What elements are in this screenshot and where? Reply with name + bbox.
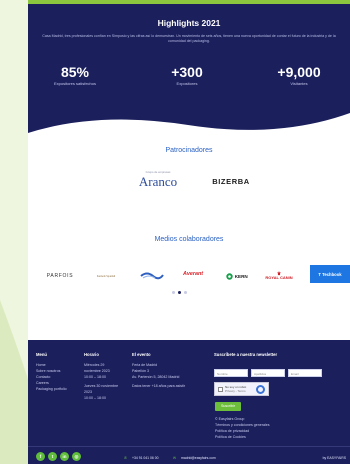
footer-phone[interactable]: +34 91 041 06 00 bbox=[132, 456, 159, 460]
subscribe-button[interactable]: Suscribir bbox=[215, 402, 241, 411]
page-content: Highlights 2021 Casa Madrid, tres profes… bbox=[28, 0, 350, 464]
stat-visitors: +9,000 Visitantes bbox=[254, 64, 344, 86]
twitter-icon[interactable]: t bbox=[48, 452, 57, 461]
footer-hours-heading: Horario bbox=[84, 352, 99, 357]
site-footer: Menú Home Sobre nosotros Contacto Career… bbox=[28, 340, 350, 464]
highlights-banner: Highlights 2021 Casa Madrid, tres profes… bbox=[28, 4, 350, 104]
phone-icon: ✆ bbox=[124, 456, 127, 460]
media-logo-kern[interactable]: KERN bbox=[222, 270, 252, 282]
sponsor-name: BIZERBA bbox=[212, 177, 250, 186]
facebook-icon[interactable]: f bbox=[36, 452, 45, 461]
footer-event-heading: El evento bbox=[132, 352, 151, 357]
sponsors-title: Patrocinadores bbox=[165, 147, 213, 154]
stat-label: Visitantes bbox=[290, 81, 308, 86]
event-line: Datos tener +18 años para asistir bbox=[132, 384, 186, 388]
newsletter-email-input[interactable]: Email bbox=[288, 369, 322, 377]
kern-wordmark: KERN bbox=[234, 273, 248, 279]
hero-wave-divider bbox=[28, 103, 350, 133]
newsletter-heading: Suscríbete a nuestra newsletter bbox=[214, 352, 278, 357]
media-logo-kernels[interactable]: Kernels Spanish bbox=[88, 269, 124, 283]
media-logo-averant[interactable]: Averant bbox=[176, 266, 210, 282]
stat-satisfied-exhibitors: 85% Expositores satisfechos bbox=[30, 64, 120, 86]
footer-event-column: El evento Feria de Madrid Pabellón 3 Av.… bbox=[132, 352, 202, 389]
newsletter-surname-input[interactable]: Apellidos bbox=[251, 369, 285, 377]
stat-value: 85% bbox=[60, 64, 90, 80]
newsletter-name-input[interactable]: Nombre bbox=[214, 369, 248, 377]
media-carousel-pager bbox=[172, 291, 187, 294]
footer-credit[interactable]: by EASYFAIRS bbox=[323, 456, 346, 460]
sponsor-logo-aranco[interactable]: Grupo de empresas Aranco bbox=[128, 170, 188, 192]
footer-menu-column: Menú Home Sobre nosotros Contacto Career… bbox=[36, 352, 76, 392]
footer-email[interactable]: madrid@easyfairs.com bbox=[181, 456, 216, 460]
royal-canin-wordmark: ROYAL CANIN bbox=[265, 275, 293, 280]
media-logo-techbook[interactable]: T Techbook bbox=[310, 265, 350, 283]
stat-value: +300 bbox=[171, 64, 203, 80]
stat-label: Expositores satisfechos bbox=[53, 81, 97, 86]
footer-hours-column: Horario Miércoles 29 noviembre 2023 10:0… bbox=[84, 352, 126, 401]
sponsor-name: Aranco bbox=[138, 174, 178, 189]
footer-newsletter-column: Suscríbete a nuestra newsletter bbox=[214, 352, 346, 362]
highlights-title: Highlights 2021 bbox=[157, 18, 221, 28]
kern-leaf-icon bbox=[226, 272, 233, 280]
stat-label: Expositores bbox=[176, 81, 198, 86]
pager-dot[interactable] bbox=[172, 291, 175, 294]
mail-icon: ✉ bbox=[173, 456, 176, 460]
hours-line: 10:00 – 18:00 bbox=[84, 396, 106, 400]
pager-dot[interactable] bbox=[184, 291, 187, 294]
recaptcha-icon bbox=[256, 385, 265, 394]
footer-menu-heading: Menú bbox=[36, 352, 47, 357]
media-logo-royal-canin[interactable]: ♛ ROYAL CANIN bbox=[260, 268, 298, 284]
stat-exhibitors: +300 Expositores bbox=[142, 64, 232, 86]
pager-dot-active[interactable] bbox=[178, 291, 181, 294]
linkedin-icon[interactable]: in bbox=[60, 452, 69, 461]
recaptcha-terms: Privacy - Terms bbox=[225, 388, 246, 393]
schweppes-mark-icon bbox=[140, 272, 164, 280]
media-logo-schweppes[interactable] bbox=[138, 269, 166, 283]
highlights-description: Casa Madrid, tres profesionales confían … bbox=[42, 34, 336, 43]
sponsor-logo-bizerba[interactable]: BIZERBA bbox=[206, 177, 256, 191]
stat-value: +9,000 bbox=[277, 64, 321, 80]
footer-legal-links: © Easyfairs Group Términos y condiciones… bbox=[215, 416, 335, 440]
recaptcha-widget[interactable]: No soy un robot Privacy - Terms bbox=[214, 382, 269, 396]
legal-link-cookies[interactable]: Política de Cookies bbox=[215, 434, 335, 440]
instagram-icon[interactable]: ◎ bbox=[72, 452, 81, 461]
recaptcha-label: No soy un robot Privacy - Terms bbox=[225, 385, 255, 393]
media-logo-parfois[interactable]: PARFOIS bbox=[40, 269, 80, 283]
media-partners-title: Medios colaboradores bbox=[154, 236, 224, 243]
footer-link-portfolio[interactable]: Packaging portfolio bbox=[36, 386, 76, 392]
recaptcha-checkbox[interactable] bbox=[218, 387, 223, 392]
footer-bottom-bar: f t in ◎ ✆ +34 91 041 06 00 ✉ madrid@eas… bbox=[28, 446, 350, 464]
